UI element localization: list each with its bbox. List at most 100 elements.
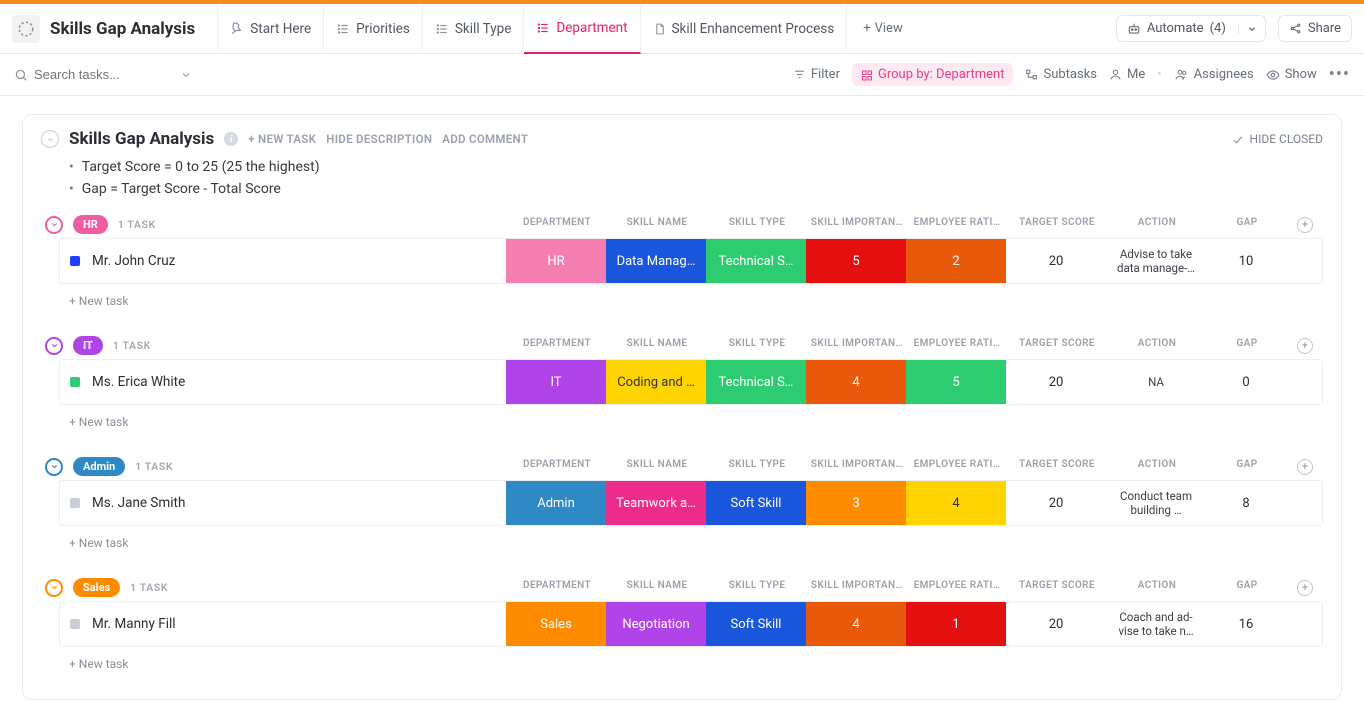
filter-button[interactable]: Filter bbox=[793, 67, 840, 82]
tab-skill-enhancement-process[interactable]: Skill Enhancement Process bbox=[641, 4, 848, 54]
cell[interactable]: Soft Skill bbox=[706, 481, 806, 525]
cell-gap[interactable]: 8 bbox=[1206, 481, 1286, 525]
cell[interactable]: IT bbox=[506, 360, 606, 404]
status-square-icon[interactable] bbox=[70, 256, 80, 266]
column-header: TARGET SCORE bbox=[1007, 459, 1107, 475]
status-square-icon[interactable] bbox=[70, 498, 80, 508]
add-comment-button[interactable]: ADD COMMENT bbox=[442, 132, 528, 146]
add-column-button[interactable]: + bbox=[1297, 459, 1313, 475]
cell[interactable]: Negotiation bbox=[606, 602, 706, 646]
column-header: SKILL TYPE bbox=[707, 217, 807, 233]
group-collapse-toggle[interactable] bbox=[45, 216, 63, 234]
status-square-icon[interactable] bbox=[70, 377, 80, 387]
cell-gap[interactable]: 16 bbox=[1206, 602, 1286, 646]
cell-target[interactable]: 20 bbox=[1006, 360, 1106, 404]
group-collapse-toggle[interactable] bbox=[45, 337, 63, 355]
group-collapse-toggle[interactable] bbox=[45, 579, 63, 597]
cell[interactable]: 5 bbox=[806, 239, 906, 283]
cell[interactable]: Soft Skill bbox=[706, 602, 806, 646]
automate-button[interactable]: Automate (4) bbox=[1116, 15, 1266, 42]
person-icon bbox=[1109, 68, 1122, 81]
cell[interactable]: 4 bbox=[806, 602, 906, 646]
list-collapse-toggle[interactable] bbox=[41, 130, 59, 148]
tab-start-here[interactable]: Start Here bbox=[217, 4, 324, 54]
group-pill[interactable]: Sales bbox=[73, 578, 120, 597]
tab-skill-type[interactable]: Skill Type bbox=[423, 4, 525, 54]
list-icon bbox=[336, 22, 350, 36]
add-view-label: View bbox=[875, 21, 903, 36]
search-input[interactable] bbox=[34, 67, 174, 82]
task-name[interactable]: Mr. John Cruz bbox=[92, 253, 175, 269]
add-column-button[interactable]: + bbox=[1297, 217, 1313, 233]
new-task-inline[interactable]: + New task bbox=[59, 405, 1323, 439]
filter-label: Filter bbox=[811, 67, 840, 82]
column-header: ACTION bbox=[1107, 338, 1207, 354]
tab-department[interactable]: Department bbox=[524, 4, 640, 54]
cell-action[interactable]: NA bbox=[1106, 360, 1206, 404]
task-row[interactable]: Ms. Jane Smith AdminTeamwork a…Soft Skill… bbox=[59, 480, 1323, 526]
new-task-button[interactable]: + NEW TASK bbox=[248, 132, 316, 146]
task-row[interactable]: Mr. Manny Fill SalesNegotiationSoft Skill… bbox=[59, 601, 1323, 647]
cell-target[interactable]: 20 bbox=[1006, 602, 1106, 646]
add-view-button[interactable]: + View bbox=[851, 21, 915, 36]
task-row[interactable]: Ms. Erica White ITCoding and …Technical S… bbox=[59, 359, 1323, 405]
cell-gap[interactable]: 0 bbox=[1206, 360, 1286, 404]
search-icon[interactable] bbox=[14, 68, 28, 82]
hide-description-button[interactable]: HIDE DESCRIPTION bbox=[326, 132, 432, 146]
cell[interactable]: Teamwork a… bbox=[606, 481, 706, 525]
cell[interactable]: Technical S… bbox=[706, 239, 806, 283]
group-collapse-toggle[interactable] bbox=[45, 458, 63, 476]
tab-priorities[interactable]: Priorities bbox=[324, 4, 423, 54]
groupby-button[interactable]: Group by: Department bbox=[852, 63, 1014, 86]
group-pill[interactable]: HR bbox=[73, 215, 108, 234]
cell[interactable]: 5 bbox=[906, 360, 1006, 404]
new-task-inline[interactable]: + New task bbox=[59, 647, 1323, 681]
cell[interactable]: 2 bbox=[906, 239, 1006, 283]
me-button[interactable]: Me bbox=[1109, 67, 1145, 82]
cell[interactable]: HR bbox=[506, 239, 606, 283]
more-menu-button[interactable]: ••• bbox=[1329, 64, 1350, 85]
cell[interactable]: Admin bbox=[506, 481, 606, 525]
group-pill[interactable]: IT bbox=[73, 336, 103, 355]
cell-action[interactable]: Coach and ad-vise to take n… bbox=[1106, 602, 1206, 646]
cell[interactable]: 4 bbox=[806, 360, 906, 404]
column-header: DEPARTMENT bbox=[507, 459, 607, 475]
cell-target[interactable]: 20 bbox=[1006, 481, 1106, 525]
new-task-inline[interactable]: + New task bbox=[59, 526, 1323, 560]
column-header: ACTION bbox=[1107, 580, 1207, 596]
cell[interactable]: Sales bbox=[506, 602, 606, 646]
cell[interactable]: Technical S… bbox=[706, 360, 806, 404]
app-icon[interactable] bbox=[12, 15, 40, 43]
cell[interactable]: Coding and … bbox=[606, 360, 706, 404]
group-pill[interactable]: Admin bbox=[73, 457, 125, 476]
add-column-button[interactable]: + bbox=[1297, 338, 1313, 354]
search-caret-icon[interactable] bbox=[180, 69, 192, 81]
info-icon[interactable]: i bbox=[224, 132, 238, 146]
pin-icon bbox=[230, 22, 244, 36]
share-button[interactable]: Share bbox=[1278, 15, 1352, 42]
task-name[interactable]: Mr. Manny Fill bbox=[92, 616, 176, 632]
cell-target[interactable]: 20 bbox=[1006, 239, 1106, 283]
task-row[interactable]: Mr. John CruzHRData Manag…Technical S…52… bbox=[59, 238, 1323, 284]
hide-closed-button[interactable]: HIDE CLOSED bbox=[1231, 132, 1323, 146]
cell[interactable]: 4 bbox=[906, 481, 1006, 525]
show-label: Show bbox=[1285, 67, 1317, 82]
task-name[interactable]: Ms. Erica White bbox=[92, 374, 185, 390]
automate-caret-button[interactable] bbox=[1238, 24, 1265, 34]
cell[interactable]: 3 bbox=[806, 481, 906, 525]
cell-action[interactable]: Conduct team building … bbox=[1106, 481, 1206, 525]
cell[interactable]: 1 bbox=[906, 602, 1006, 646]
column-header: SKILL IMPORTAN… bbox=[807, 580, 907, 596]
add-column-button[interactable]: + bbox=[1297, 580, 1313, 596]
task-name[interactable]: Ms. Jane Smith bbox=[92, 495, 185, 511]
cell-gap[interactable]: 10 bbox=[1206, 239, 1286, 283]
new-task-inline[interactable]: + New task bbox=[59, 284, 1323, 318]
assignees-button[interactable]: Assignees bbox=[1174, 67, 1254, 82]
show-button[interactable]: Show bbox=[1266, 67, 1317, 82]
cell[interactable]: Data Manag… bbox=[606, 239, 706, 283]
cell-action[interactable]: Advise to take data manage-… bbox=[1106, 239, 1206, 283]
automate-label: Automate bbox=[1147, 21, 1204, 36]
column-header: TARGET SCORE bbox=[1007, 580, 1107, 596]
status-square-icon[interactable] bbox=[70, 619, 80, 629]
subtasks-button[interactable]: Subtasks bbox=[1025, 67, 1097, 82]
